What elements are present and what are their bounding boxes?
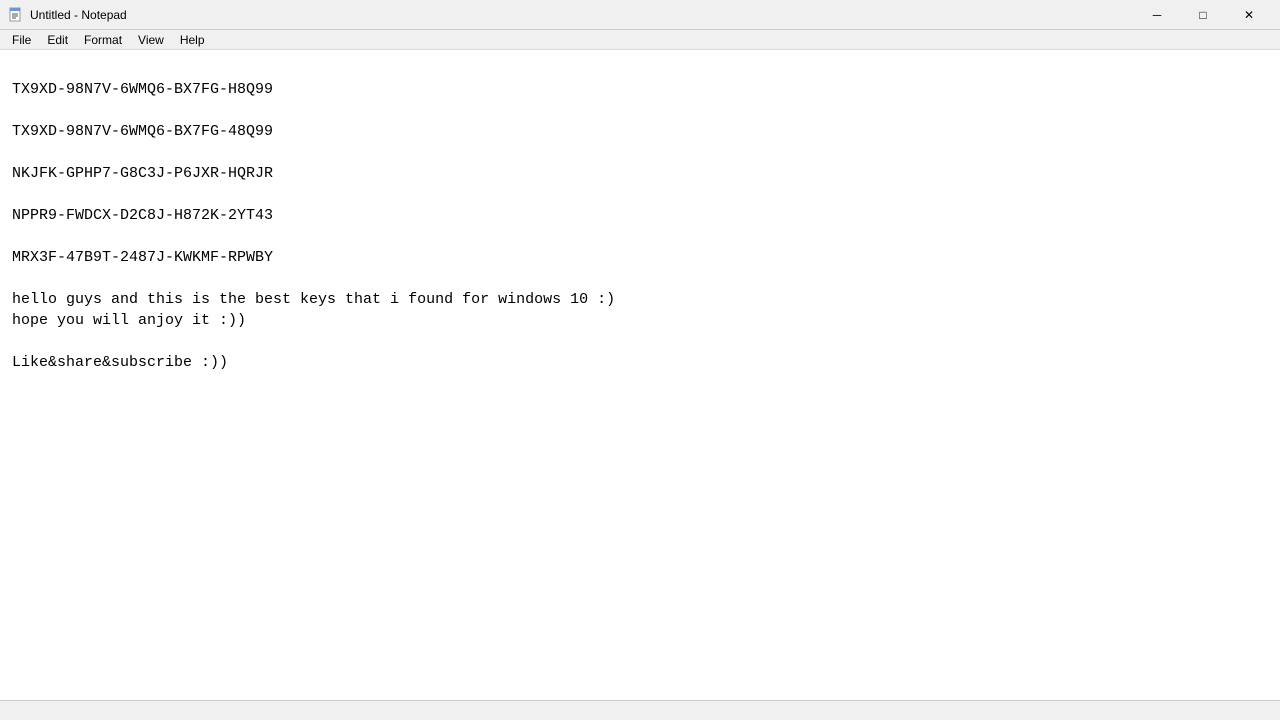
menu-view[interactable]: View [130,31,172,49]
notepad-window: Untitled - Notepad ─ □ ✕ File Edit Forma… [0,0,1280,720]
window-controls: ─ □ ✕ [1134,0,1272,30]
title-bar: Untitled - Notepad ─ □ ✕ [0,0,1280,30]
status-bar [0,700,1280,720]
notepad-icon [8,7,24,23]
menu-help[interactable]: Help [172,31,213,49]
window-title: Untitled - Notepad [30,8,1134,22]
menu-file[interactable]: File [4,31,39,49]
menu-bar: File Edit Format View Help [0,30,1280,50]
editor-content[interactable]: TX9XD-98N7V-6WMQ6-BX7FG-H8Q99 TX9XD-98N7… [12,58,1268,394]
menu-format[interactable]: Format [76,31,130,49]
editor-area[interactable]: TX9XD-98N7V-6WMQ6-BX7FG-H8Q99 TX9XD-98N7… [0,50,1280,700]
minimize-button[interactable]: ─ [1134,0,1180,30]
close-button[interactable]: ✕ [1226,0,1272,30]
maximize-button[interactable]: □ [1180,0,1226,30]
menu-edit[interactable]: Edit [39,31,76,49]
